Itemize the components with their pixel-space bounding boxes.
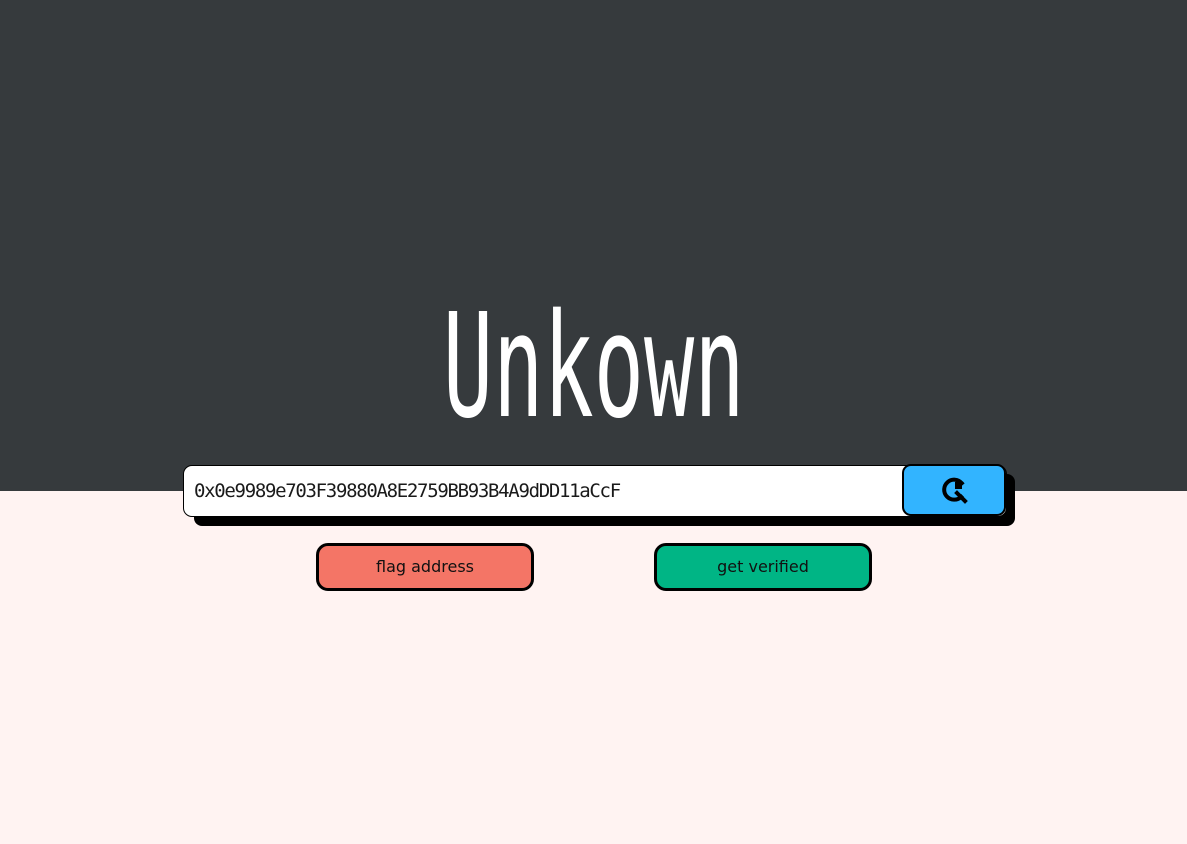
flag-address-button[interactable]: flag address [316,543,534,591]
address-search-bar [183,464,1015,526]
address-status-title: Unkown [442,282,745,450]
search-button[interactable] [902,464,1006,516]
search-box [183,465,1007,517]
address-input[interactable] [184,466,896,516]
search-refresh-icon [939,475,969,505]
get-verified-button[interactable]: get verified [654,543,872,591]
